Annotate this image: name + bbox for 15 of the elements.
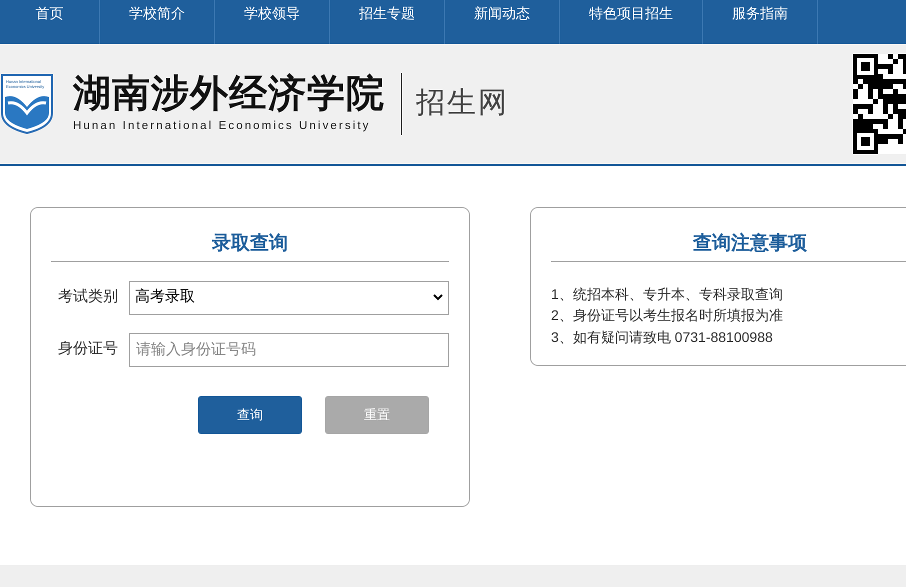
site-name: 招生网 xyxy=(416,86,509,122)
card-title: 查询注意事项 xyxy=(693,233,807,254)
note-text: 1、统招本科、专升本、专科录取查询 xyxy=(551,284,784,304)
field-label: 身份证号 xyxy=(58,339,119,360)
note-text: 2、身份证号以考生报名时所填报为准 xyxy=(551,306,784,325)
university-english-name: Hunan International Economics University xyxy=(73,119,372,134)
exam-type-select[interactable]: 高考录取 xyxy=(129,280,449,314)
field-label: 考试类别 xyxy=(58,287,119,308)
shield-logo-drawing xyxy=(0,73,54,135)
university-name: 湖南涉外经济学院 xyxy=(73,72,385,116)
card-title: 录取查询 xyxy=(212,233,288,254)
chevron-down-icon xyxy=(433,294,443,301)
query-button[interactable]: 查询 xyxy=(198,396,302,434)
id-number-field[interactable]: 请输入身份证号码 xyxy=(129,332,449,366)
note-text: 3、如有疑问请致电 0731-88100988 xyxy=(551,328,774,346)
